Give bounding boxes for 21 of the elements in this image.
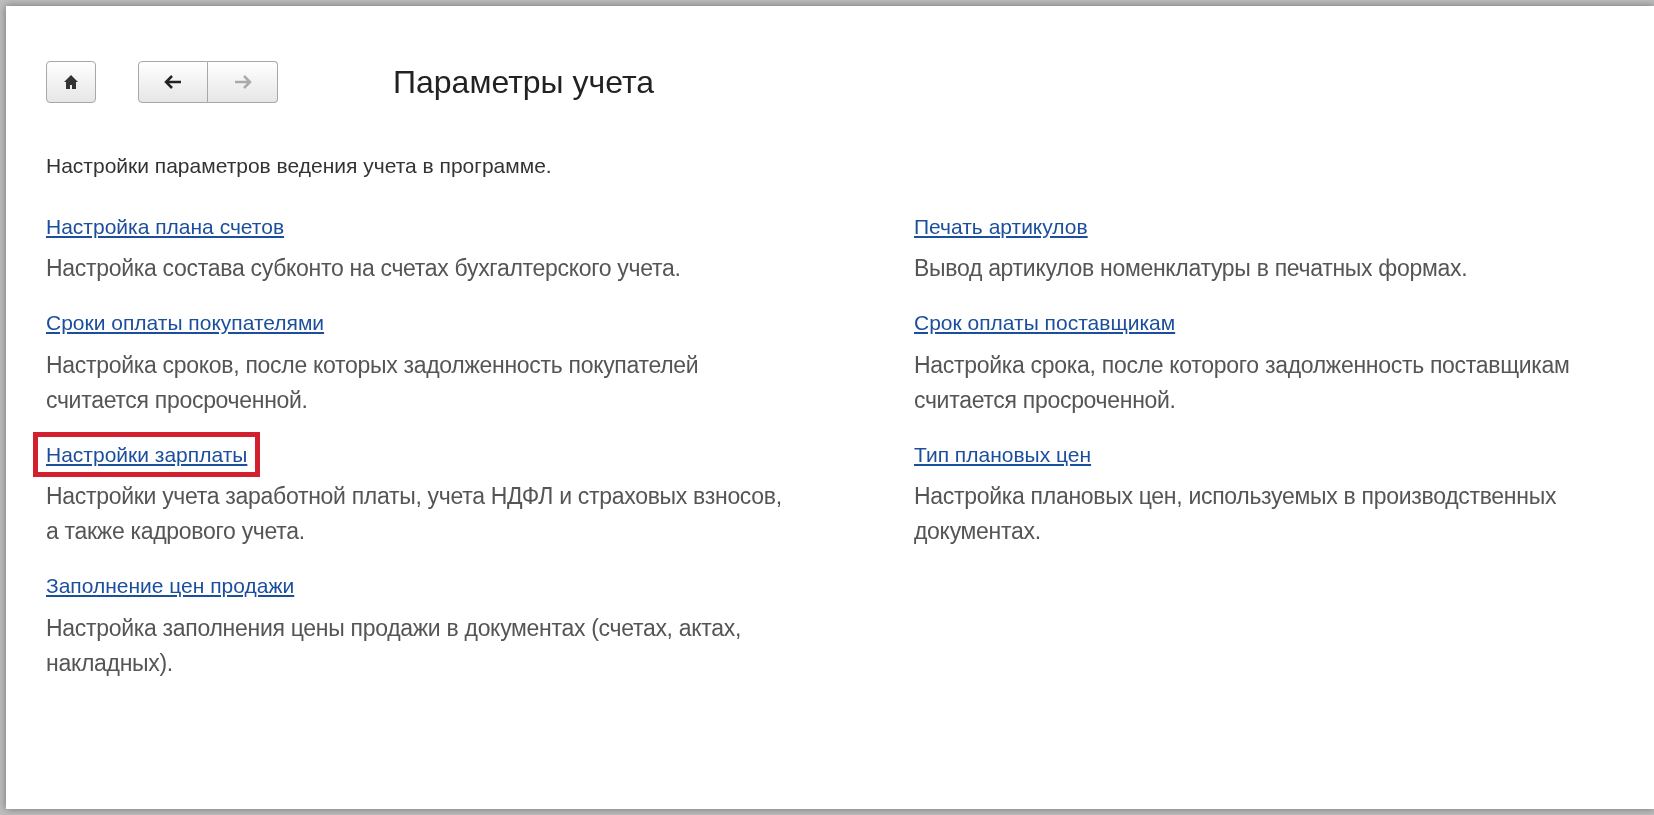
setting-description: Настройка заполнения цены продажи в документах (счетах, актах, накладных). [46, 613, 743, 678]
setting-description: Настройка плановых цен, используемых в производственных документах. [914, 482, 1558, 546]
page-description: Настройки параметров ведения учета в программе. [46, 153, 553, 179]
setting-description: Вывод артикулов номенклатуры в печатных формах. [914, 254, 1469, 283]
setting-description: Настройка состава субконто на счетах бухгалтерского учета. [46, 254, 682, 283]
settings-link[interactable]: Настройка плана счетов [33, 203, 298, 249]
setting-description: Настройка сроков, после которых задолженность покупателей считается просроченной. [46, 350, 700, 415]
back-arrow-icon [163, 74, 183, 90]
settings-link[interactable]: Настройки зарплаты [33, 431, 261, 477]
setting-description: Настройка срока, после которого задолженность поставщикам считается просроченной. [914, 350, 1571, 415]
settings-link[interactable]: Тип плановых цен [901, 431, 1105, 477]
page-title: Параметры учета [393, 63, 654, 102]
settings-link[interactable]: Заполнение цен продажи [33, 563, 308, 609]
settings-link[interactable]: Срок оплаты поставщикам [901, 300, 1189, 346]
home-button[interactable] [46, 61, 96, 103]
home-icon [63, 74, 79, 90]
settings-link[interactable]: Сроки оплаты покупателями [33, 300, 338, 346]
setting-description: Настройки учета заработной платы, учета НДФЛ и страховых взносов, а также кадрового учета. [46, 482, 783, 546]
back-button[interactable] [138, 61, 208, 103]
forward-arrow-icon [232, 74, 253, 90]
settings-link[interactable]: Печать артикулов [901, 203, 1101, 249]
